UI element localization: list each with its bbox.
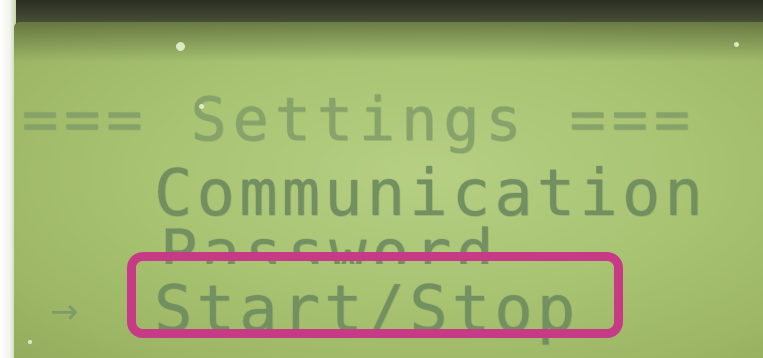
menu-title: === Settings === bbox=[22, 85, 696, 155]
dust-speck bbox=[176, 42, 185, 51]
dust-speck bbox=[734, 42, 739, 47]
lcd-shadow bbox=[14, 22, 763, 62]
device-photo: === Settings === Communication Password … bbox=[0, 0, 763, 358]
right-arrow-icon: → bbox=[50, 292, 79, 332]
dust-speck bbox=[199, 104, 204, 109]
dust-speck bbox=[28, 340, 32, 344]
selection-highlight-box bbox=[127, 252, 623, 338]
